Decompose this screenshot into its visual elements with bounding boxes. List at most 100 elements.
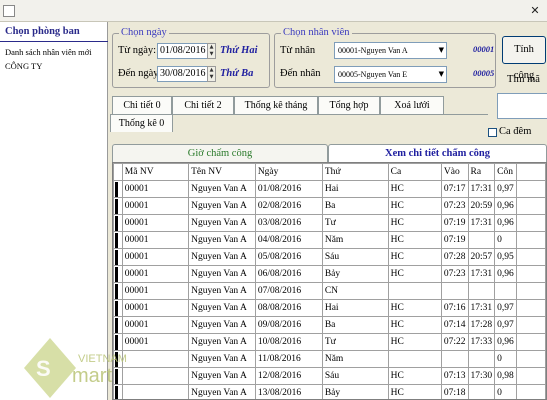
- cell-workday[interactable]: 0,97: [494, 316, 518, 334]
- cell-employee-id[interactable]: 00001: [121, 248, 190, 266]
- cell-date[interactable]: 02/08/2016: [254, 197, 323, 215]
- from-date-input[interactable]: 01/08/2016: [157, 43, 213, 59]
- table-row[interactable]: 00001 Nguyen Van A 04/08/2016 Năm HC 07:19 0: [113, 231, 546, 249]
- cell-shift[interactable]: HC: [387, 299, 442, 317]
- cell-employee-name[interactable]: Nguyen Van A: [188, 231, 256, 249]
- cell-employee-name[interactable]: Nguyen Van A: [188, 265, 256, 283]
- tab-clear-grid[interactable]: Xoá lưới: [380, 96, 444, 114]
- cell-shift[interactable]: HC: [387, 214, 442, 232]
- cell-employee-name[interactable]: Nguyen Van A: [188, 367, 256, 385]
- cell-date[interactable]: 09/08/2016: [254, 316, 323, 334]
- tab-stats-0[interactable]: Thống kê 0: [110, 114, 173, 132]
- cell-employee-id[interactable]: [121, 350, 190, 368]
- cell-out[interactable]: [467, 231, 496, 249]
- cell-employee-name[interactable]: Nguyen Van A: [188, 197, 256, 215]
- table-row[interactable]: Nguyen Van A 13/08/2016 Bảy HC 07:18 0: [113, 384, 546, 399]
- cell-workday[interactable]: 0: [494, 231, 518, 249]
- cell-in[interactable]: 07:28: [440, 248, 469, 266]
- cell-out[interactable]: [467, 282, 496, 300]
- table-row[interactable]: 00001 Nguyen Van A 01/08/2016 Hai HC 07:17 17:…: [113, 180, 546, 198]
- cell-employee-name[interactable]: Nguyen Van A: [188, 248, 256, 266]
- column-header-weekday[interactable]: Thứ: [321, 163, 389, 181]
- column-header-out[interactable]: Ra: [467, 163, 496, 181]
- cell-employee-id[interactable]: 00001: [121, 180, 190, 198]
- cell-in[interactable]: 07:16: [440, 299, 469, 317]
- cell-date[interactable]: 07/08/2016: [254, 282, 323, 300]
- cell-employee-name[interactable]: Nguyen Van A: [188, 214, 256, 232]
- to-date-spinner[interactable]: ▲ ▼: [207, 66, 216, 82]
- cell-weekday[interactable]: Ba: [321, 197, 389, 215]
- cell-out[interactable]: 17:31: [467, 265, 496, 283]
- cell-shift[interactable]: HC: [387, 316, 442, 334]
- table-row[interactable]: 00001 Nguyen Van A 02/08/2016 Ba HC 07:23 20:5…: [113, 197, 546, 215]
- cell-employee-name[interactable]: Nguyen Van A: [188, 316, 256, 334]
- cell-in[interactable]: 07:17: [440, 180, 469, 198]
- cell-workday[interactable]: 0,96: [494, 214, 518, 232]
- table-row[interactable]: 00001 Nguyen Van A 09/08/2016 Ba HC 07:14 17:2…: [113, 316, 546, 334]
- table-row[interactable]: 00001 Nguyen Van A 10/08/2016 Tư HC 07:22 17:3…: [113, 333, 546, 351]
- department-item-company[interactable]: CÔNG TY: [5, 61, 42, 71]
- cell-in[interactable]: [440, 282, 469, 300]
- spin-down-icon[interactable]: ▼: [208, 74, 215, 81]
- cell-workday[interactable]: 0,96: [494, 333, 518, 351]
- row-selector[interactable]: [113, 282, 123, 300]
- cell-workday[interactable]: 0,96: [494, 265, 518, 283]
- from-employee-select[interactable]: 00001-Nguyen Van A ▼: [334, 42, 447, 59]
- cell-out[interactable]: 20:59: [467, 197, 496, 215]
- row-selector[interactable]: [113, 316, 123, 334]
- cell-out[interactable]: 20:57: [467, 248, 496, 266]
- row-selector[interactable]: [113, 231, 123, 249]
- cell-out[interactable]: [467, 350, 496, 368]
- row-selector[interactable]: [113, 180, 123, 198]
- cell-date[interactable]: 11/08/2016: [254, 350, 323, 368]
- table-row[interactable]: Nguyen Van A 12/08/2016 Sáu HC 07:13 17:30 0,9…: [113, 367, 546, 385]
- cell-workday[interactable]: 0,97: [494, 299, 518, 317]
- cell-weekday[interactable]: Bảy: [321, 265, 389, 283]
- cell-in[interactable]: 07:18: [440, 384, 469, 399]
- column-header-employee-name[interactable]: Tên NV: [188, 163, 256, 181]
- cell-employee-name[interactable]: Nguyen Van A: [188, 333, 256, 351]
- cell-employee-id[interactable]: 00001: [121, 282, 190, 300]
- cell-employee-id[interactable]: 00001: [121, 299, 190, 317]
- cell-out[interactable]: [467, 384, 496, 399]
- tab-detail-0[interactable]: Chi tiết 0: [112, 96, 172, 114]
- cell-workday[interactable]: 0,98: [494, 367, 518, 385]
- cell-employee-id[interactable]: 00001: [121, 197, 190, 215]
- cell-employee-name[interactable]: Nguyen Van A: [188, 282, 256, 300]
- cell-employee-name[interactable]: Nguyen Van A: [188, 299, 256, 317]
- attendance-grid[interactable]: Mã NV Tên NV Ngày Thứ Ca Vào Ra Côn 0000…: [112, 162, 547, 400]
- cell-weekday[interactable]: Năm: [321, 231, 389, 249]
- column-header-date[interactable]: Ngày: [254, 163, 323, 181]
- row-selector[interactable]: [113, 214, 123, 232]
- cell-in[interactable]: 07:19: [440, 214, 469, 232]
- cell-weekday[interactable]: Sáu: [321, 367, 389, 385]
- tab-summary[interactable]: Tổng hợp: [318, 96, 380, 114]
- cell-employee-name[interactable]: Nguyen Van A: [188, 350, 256, 368]
- to-employee-select[interactable]: 00005-Nguyen Van E ▼: [334, 66, 447, 83]
- cell-in[interactable]: 07:23: [440, 265, 469, 283]
- cell-in[interactable]: 07:19: [440, 231, 469, 249]
- cell-employee-id[interactable]: 00001: [121, 214, 190, 232]
- cell-in[interactable]: 07:13: [440, 367, 469, 385]
- cell-date[interactable]: 03/08/2016: [254, 214, 323, 232]
- spin-up-icon[interactable]: ▲: [208, 67, 215, 74]
- cell-weekday[interactable]: Bảy: [321, 384, 389, 399]
- cell-workday[interactable]: 0: [494, 384, 518, 399]
- spin-up-icon[interactable]: ▲: [208, 44, 215, 51]
- row-selector[interactable]: [113, 299, 123, 317]
- dropdown-arrow-icon[interactable]: ▼: [439, 67, 444, 82]
- cell-shift[interactable]: [387, 282, 442, 300]
- cell-shift[interactable]: HC: [387, 180, 442, 198]
- tab-detail-2[interactable]: Chi tiết 2: [172, 96, 234, 114]
- cell-in[interactable]: 07:23: [440, 197, 469, 215]
- cell-workday[interactable]: 0,96: [494, 197, 518, 215]
- column-header-workday[interactable]: Côn: [494, 163, 518, 181]
- row-selector[interactable]: [113, 265, 123, 283]
- cell-date[interactable]: 04/08/2016: [254, 231, 323, 249]
- cell-shift[interactable]: HC: [387, 333, 442, 351]
- cell-date[interactable]: 05/08/2016: [254, 248, 323, 266]
- cell-workday[interactable]: [494, 282, 518, 300]
- cell-date[interactable]: 12/08/2016: [254, 367, 323, 385]
- row-selector[interactable]: [113, 197, 123, 215]
- column-header-in[interactable]: Vào: [440, 163, 469, 181]
